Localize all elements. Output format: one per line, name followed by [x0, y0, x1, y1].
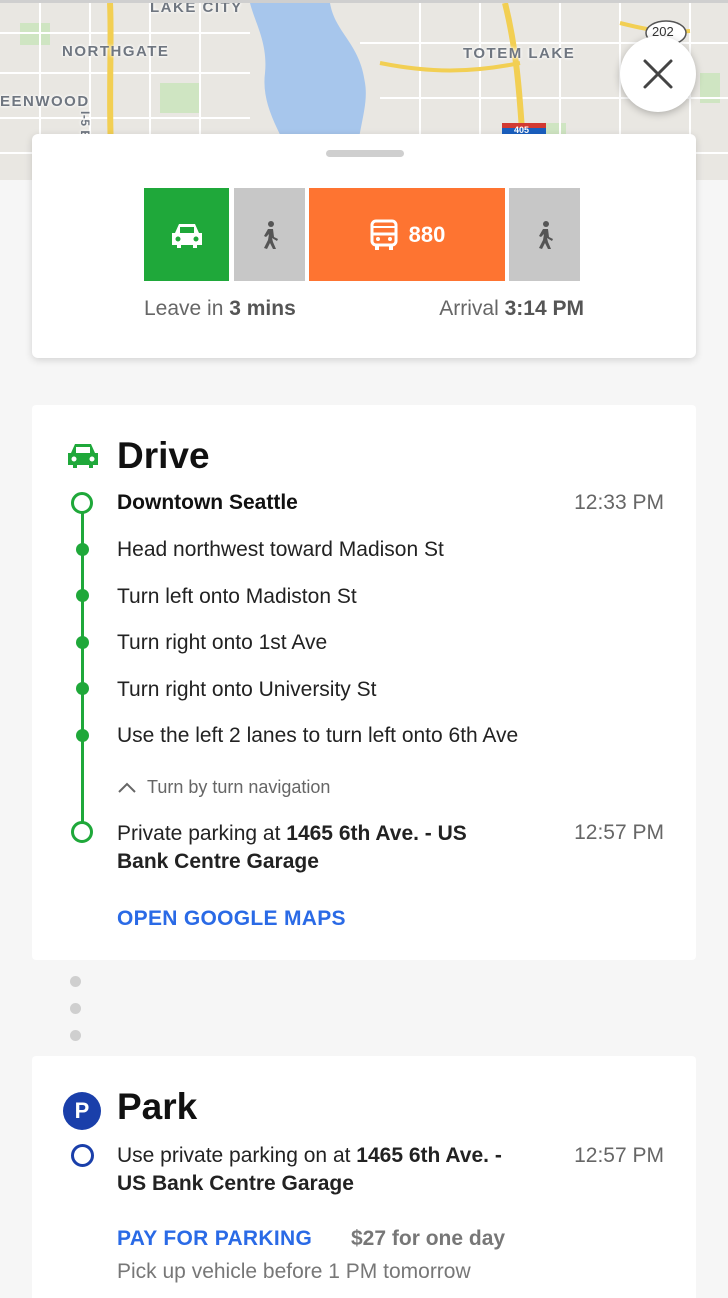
segment-bus[interactable]: 880	[309, 188, 505, 281]
direction-step: Use the left 2 lanes to turn left onto 6…	[117, 724, 519, 747]
close-icon	[643, 59, 673, 89]
chevron-up-icon	[118, 782, 136, 793]
close-button[interactable]	[620, 36, 696, 112]
pickup-note: Pick up vehicle before 1 PM tomorrow	[117, 1260, 471, 1283]
segment-walk-1[interactable]	[234, 188, 305, 281]
arrival-value: 3:14 PM	[504, 297, 584, 320]
pay-for-parking-link[interactable]: PAY FOR PARKING	[117, 1227, 312, 1251]
origin-name: Downtown Seattle	[117, 491, 298, 514]
connector-dot	[70, 1030, 81, 1041]
destination-text: Private parking at 1465 6th Ave. - US Ba…	[117, 820, 517, 876]
bus-icon	[370, 219, 398, 250]
drive-section: Drive Downtown Seattle 12:33 PM Head nor…	[32, 405, 696, 960]
direction-step: Head northwest toward Madison St	[117, 538, 444, 561]
turn-by-turn-label: Turn by turn navigation	[147, 777, 331, 797]
walk-icon	[263, 220, 278, 249]
leave-value: 3 mins	[229, 297, 296, 320]
parking-price: $27 for one day	[351, 1227, 506, 1250]
segment-walk-2[interactable]	[509, 188, 580, 281]
walk-icon	[538, 220, 553, 249]
map-label-totem-lake: TOTEM LAKE	[463, 45, 576, 62]
timeline-step-node	[76, 636, 89, 649]
map-label-greenwood: EENWOOD	[0, 93, 90, 110]
parking-icon: P	[63, 1092, 101, 1130]
connector-dot	[70, 976, 81, 987]
arrival-label: Arrival	[439, 297, 499, 320]
timeline-step-node	[76, 682, 89, 695]
map-label-northgate: NORTHGATE	[62, 43, 170, 60]
car-icon	[68, 444, 98, 468]
destination-prefix: Private parking at	[117, 822, 287, 845]
car-icon	[171, 223, 202, 248]
timeline-start-node	[71, 492, 93, 514]
drive-title: Drive	[117, 435, 210, 476]
park-prefix: Use private parking on at	[117, 1144, 357, 1167]
origin-time: 12:33 PM	[574, 491, 664, 514]
segment-drive[interactable]	[144, 188, 229, 281]
direction-step: Turn right onto 1st Ave	[117, 631, 328, 654]
direction-step: Turn right onto University St	[117, 678, 377, 701]
leave-label: Leave in	[144, 297, 224, 320]
direction-step: Turn left onto Madiston St	[117, 585, 357, 608]
park-time: 12:57 PM	[574, 1144, 664, 1167]
timeline-step-node	[76, 589, 89, 602]
route-summary-card: 880 Leave in 3 mins Arrival 3:14 PM	[32, 134, 696, 358]
timeline-step-node	[76, 543, 89, 556]
park-title: Park	[117, 1086, 198, 1127]
turn-by-turn-toggle[interactable]: Turn by turn navigation	[117, 777, 330, 798]
park-instruction: Use private parking on at 1465 6th Ave. …	[117, 1142, 517, 1198]
map-label-lake-city: LAKE CITY	[150, 0, 243, 16]
drag-handle[interactable]	[326, 150, 404, 157]
timeline-step-node	[76, 729, 89, 742]
arrival-time: Arrival 3:14 PM	[439, 297, 584, 321]
park-node	[71, 1144, 94, 1167]
destination-time: 12:57 PM	[574, 821, 664, 844]
park-section: P Park Use private parking on at 1465 6t…	[32, 1056, 696, 1298]
timeline-end-node	[71, 821, 93, 843]
leave-time: Leave in 3 mins	[144, 297, 296, 321]
open-google-maps-link[interactable]: OPEN GOOGLE MAPS	[117, 907, 346, 931]
connector-dot	[70, 1003, 81, 1014]
bus-route-number: 880	[408, 221, 446, 247]
parking-icon-letter: P	[74, 1098, 90, 1123]
